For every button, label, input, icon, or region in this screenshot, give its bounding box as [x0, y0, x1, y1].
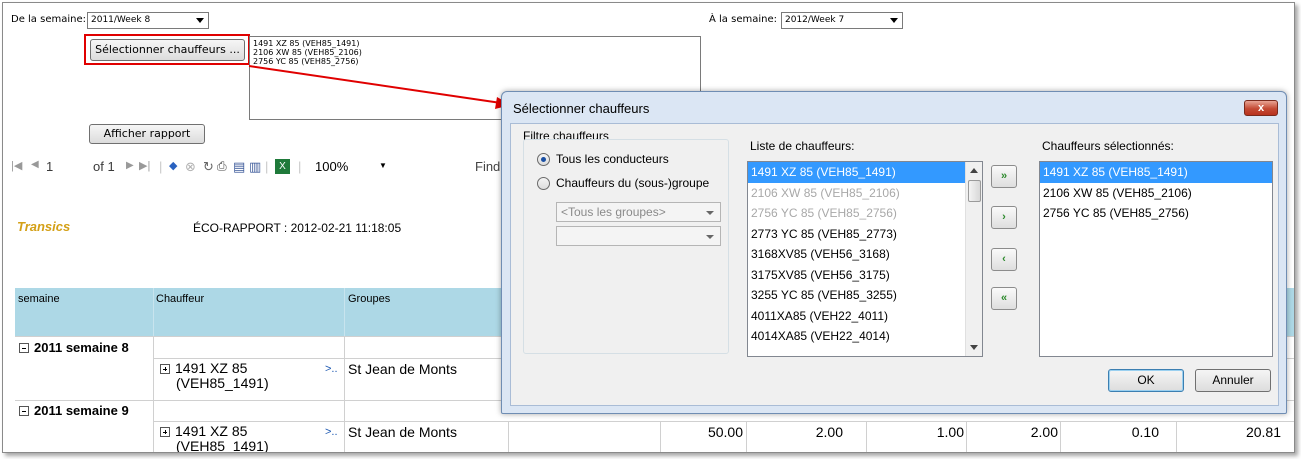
remove-all-button[interactable]: « — [991, 287, 1017, 310]
chevron-down-icon — [706, 211, 714, 215]
available-title: Liste de chauffeurs: — [750, 139, 855, 153]
scroll-thumb[interactable] — [968, 180, 981, 202]
list-item[interactable]: 3175XV85 (VEH56_3175) — [748, 265, 982, 286]
scroll-down-icon[interactable] — [970, 345, 978, 350]
arrow-right-icon: › — [1002, 211, 1006, 223]
selected-title: Chauffeurs sélectionnés: — [1042, 139, 1174, 153]
list-item[interactable]: 2756 YC 85 (VEH85_2756) — [748, 203, 982, 224]
list-item[interactable]: 3168XV85 (VEH56_3168) — [748, 244, 982, 265]
add-all-button[interactable]: » — [991, 165, 1017, 188]
double-arrow-right-icon: » — [1000, 170, 1008, 182]
dialog-body: Filtre chauffeurs Tous les conducteurs C… — [510, 123, 1279, 406]
dialog-title: Sélectionner chauffeurs — [513, 101, 650, 116]
available-drivers-list[interactable]: 1491 XZ 85 (VEH85_1491) 2106 XW 85 (VEH8… — [747, 161, 983, 357]
list-item[interactable]: 1491 XZ 85 (VEH85_1491) — [1040, 162, 1272, 183]
cancel-button[interactable]: Annuler — [1195, 369, 1271, 392]
remove-button[interactable]: ‹ — [991, 248, 1017, 271]
subgroup-select[interactable] — [556, 226, 721, 246]
close-button[interactable]: x — [1244, 100, 1278, 116]
radio-all-label[interactable]: Tous les conducteurs — [556, 152, 669, 166]
add-button[interactable]: › — [991, 206, 1017, 229]
filter-groupbox: Tous les conducteurs Chauffeurs du (sous… — [523, 139, 729, 354]
report-viewer-window: De la semaine: 2011/Week 8 À la semaine:… — [2, 2, 1295, 453]
close-icon: x — [1257, 102, 1265, 114]
radio-all-drivers[interactable] — [537, 153, 550, 166]
list-item[interactable]: 1491 XZ 85 (VEH85_1491) — [748, 162, 982, 183]
arrow-left-icon: ‹ — [1002, 253, 1006, 265]
list-item[interactable]: 2756 YC 85 (VEH85_2756) — [1040, 203, 1272, 224]
selected-drivers-list[interactable]: 1491 XZ 85 (VEH85_1491) 2106 XW 85 (VEH8… — [1039, 161, 1273, 357]
group-select-value: <Tous les groupes> — [561, 205, 666, 219]
select-drivers-dialog: Sélectionner chauffeurs x Filtre chauffe… — [501, 91, 1287, 414]
chevron-down-icon — [706, 235, 714, 239]
radio-group-label[interactable]: Chauffeurs du (sous-)groupe — [556, 176, 709, 190]
radio-group-drivers[interactable] — [537, 177, 550, 190]
double-arrow-left-icon: « — [1000, 292, 1008, 304]
scrollbar[interactable] — [965, 162, 982, 356]
group-select[interactable]: <Tous les groupes> — [556, 202, 721, 222]
list-item[interactable]: 4014XA85 (VEH22_4014) — [748, 326, 982, 347]
list-item[interactable]: 2106 XW 85 (VEH85_2106) — [748, 183, 982, 204]
list-item[interactable]: 4011XA85 (VEH22_4011) — [748, 306, 982, 327]
scroll-up-icon[interactable] — [970, 168, 978, 173]
list-item[interactable]: 3255 YC 85 (VEH85_3255) — [748, 285, 982, 306]
list-item[interactable]: 2773 YC 85 (VEH85_2773) — [748, 224, 982, 245]
ok-button[interactable]: OK — [1108, 369, 1184, 392]
list-item[interactable]: 2106 XW 85 (VEH85_2106) — [1040, 183, 1272, 204]
